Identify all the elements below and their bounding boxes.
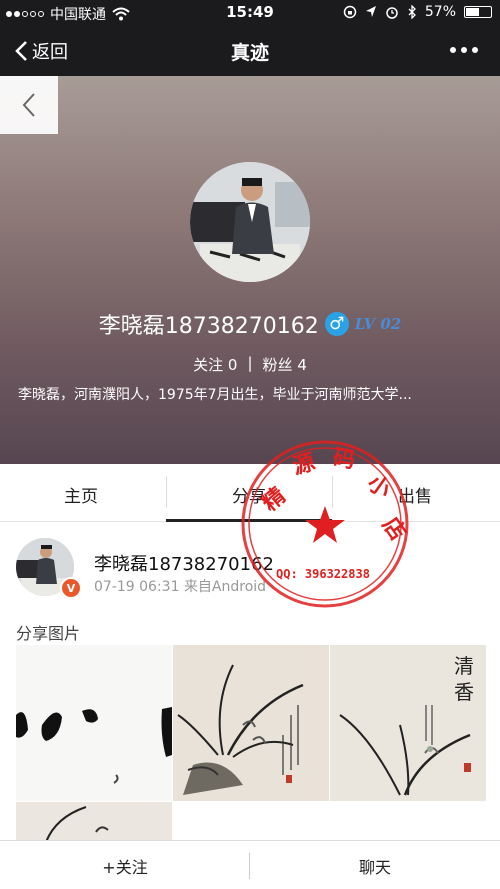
profile-header: 李晓磊18738270162 ♂ LV 02 关注 0 | 粉丝 4 李晓磊，河… bbox=[0, 76, 500, 464]
user-stats: 关注 0 | 粉丝 4 bbox=[0, 354, 500, 375]
tab-sale[interactable]: 出售 bbox=[398, 482, 432, 507]
page-title: 真迹 bbox=[230, 42, 269, 64]
tab-home[interactable]: 主页 bbox=[64, 482, 98, 507]
shared-image-thumbnail[interactable] bbox=[173, 645, 329, 801]
user-name: 李晓磊18738270162 bbox=[98, 314, 319, 339]
status-bar: 中国联通 15:49 57% bbox=[0, 0, 500, 26]
follow-stat-label: 关注 bbox=[193, 356, 224, 374]
profile-tabs: 主页 分享 出售 bbox=[0, 464, 500, 522]
orchid-painting: 清 香 bbox=[330, 645, 486, 801]
location-icon bbox=[365, 6, 376, 17]
active-tab-indicator bbox=[166, 519, 332, 522]
shared-image-thumbnail[interactable] bbox=[16, 645, 172, 801]
bottom-action-bar: +关注 聊天 bbox=[0, 840, 500, 889]
chevron-left-icon bbox=[22, 93, 35, 117]
verified-badge-icon: V bbox=[60, 577, 82, 599]
svg-text:清: 清 bbox=[454, 654, 474, 678]
svg-text:QQ: 396322838: QQ: 396322838 bbox=[276, 567, 370, 581]
orchid-rock-painting bbox=[173, 645, 329, 801]
status-right: 57% bbox=[343, 4, 492, 20]
follow-stat[interactable]: 关注 0 bbox=[193, 354, 237, 375]
more-dot-icon bbox=[472, 47, 478, 53]
alarm-icon bbox=[386, 7, 398, 19]
chat-button[interactable]: 聊天 bbox=[250, 841, 500, 889]
battery-fill bbox=[466, 8, 479, 16]
fans-stat-label: 粉丝 bbox=[262, 356, 293, 374]
rotation-lock-icon bbox=[343, 5, 357, 19]
avatar-photo bbox=[190, 162, 310, 282]
stats-divider: | bbox=[247, 354, 253, 372]
male-gender-icon: ♂ bbox=[324, 312, 349, 336]
user-bio: 李晓磊，河南濮阳人，1975年7月出生，毕业于河南师范大学... bbox=[18, 387, 412, 403]
calligraphy-image bbox=[16, 645, 172, 801]
user-name-line: 李晓磊18738270162 ♂ LV 02 bbox=[0, 308, 500, 340]
orchid-painting-partial bbox=[16, 802, 172, 842]
tab-divider bbox=[332, 476, 333, 508]
nav-bar: 返回 真迹 bbox=[0, 26, 500, 76]
bluetooth-icon bbox=[408, 5, 416, 19]
svg-text:香: 香 bbox=[454, 680, 474, 704]
shared-image-thumbnail[interactable] bbox=[16, 802, 172, 842]
more-dot-icon bbox=[461, 47, 467, 53]
section-title: 分享图片 bbox=[16, 624, 81, 643]
post-source: 来自Android bbox=[183, 579, 267, 595]
follow-count: 0 bbox=[227, 356, 238, 374]
page-back-button[interactable] bbox=[0, 76, 58, 134]
more-menu-button[interactable] bbox=[450, 47, 478, 53]
shared-image-thumbnail[interactable]: 清 香 bbox=[330, 645, 486, 801]
fans-count: 4 bbox=[297, 356, 307, 374]
tab-divider bbox=[166, 476, 167, 508]
post-author-name[interactable]: 李晓磊18738270162 bbox=[94, 550, 274, 576]
battery-percent: 57% bbox=[424, 4, 456, 20]
battery-icon bbox=[464, 6, 492, 18]
post-meta: 07-19 06:31 来自Android bbox=[94, 576, 266, 596]
level-badge: LV 02 bbox=[354, 315, 402, 333]
post-date: 07-19 06:31 bbox=[94, 579, 180, 595]
follow-button[interactable]: +关注 bbox=[0, 841, 250, 889]
tab-share[interactable]: 分享 bbox=[232, 482, 266, 507]
more-dot-icon bbox=[450, 47, 456, 53]
profile-avatar[interactable] bbox=[190, 162, 310, 282]
fans-stat[interactable]: 粉丝 4 bbox=[263, 354, 307, 375]
